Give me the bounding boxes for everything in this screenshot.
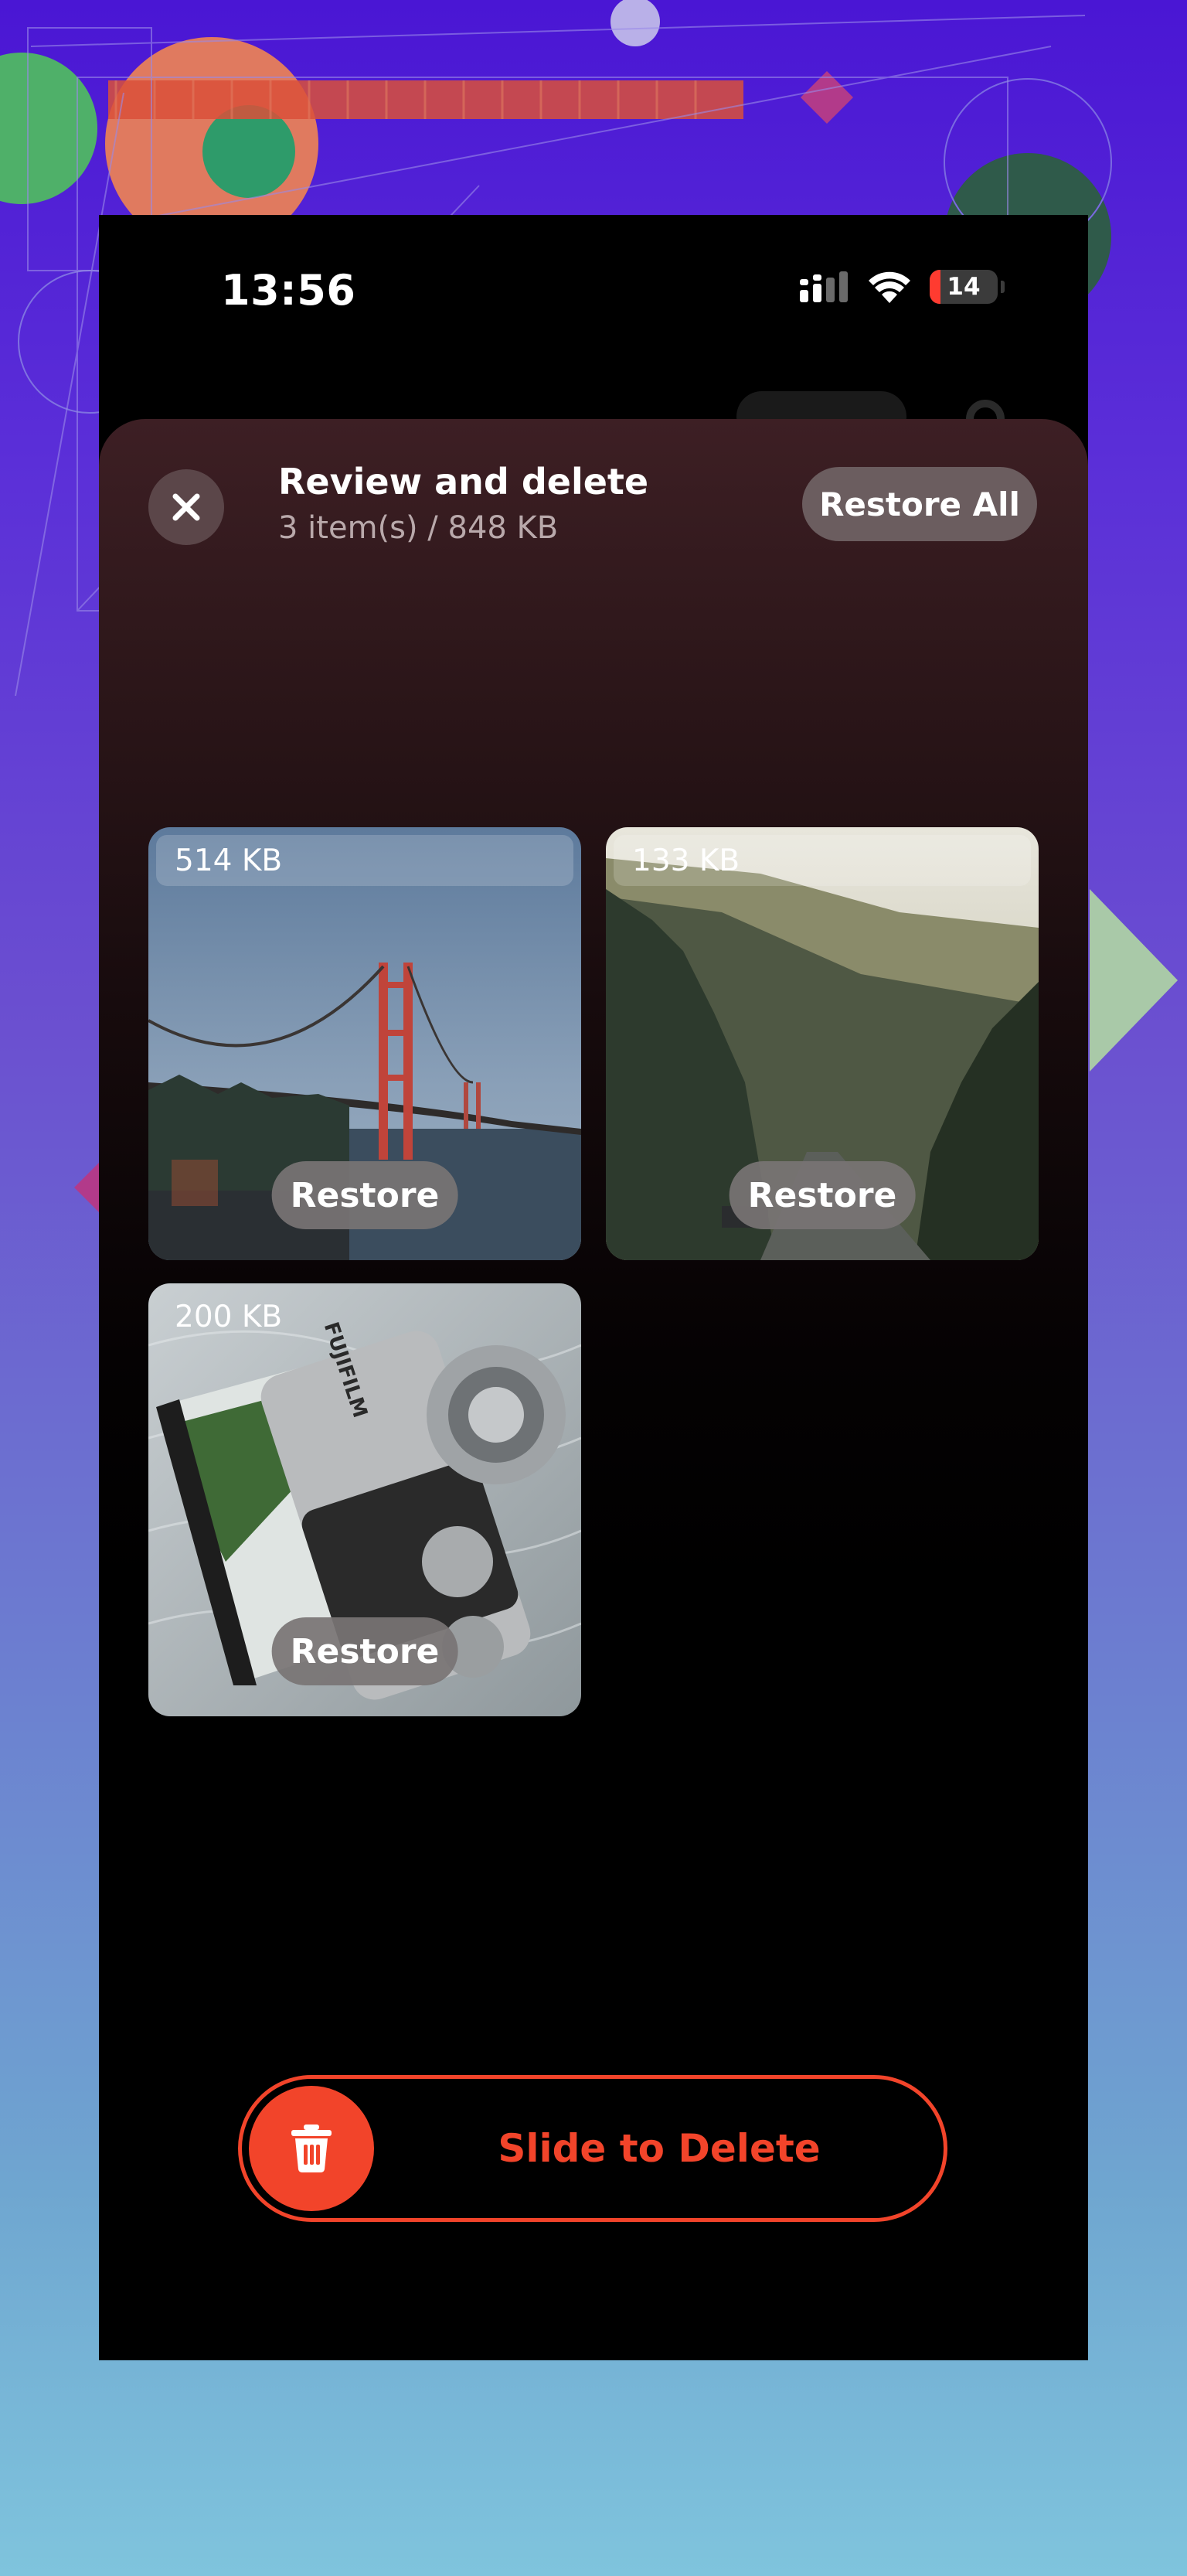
restore-all-button[interactable]: Restore All bbox=[802, 467, 1037, 541]
photo-tile[interactable]: 514 KB Restore bbox=[148, 827, 581, 1260]
review-sheet: Review and delete 3 item(s) / 848 KB Res… bbox=[99, 419, 1088, 2360]
wifi-icon bbox=[869, 271, 910, 303]
sheet-subtitle: 3 item(s) / 848 KB bbox=[278, 510, 559, 546]
restore-button[interactable]: Restore bbox=[271, 1617, 458, 1685]
battery-icon: 14 bbox=[930, 270, 998, 304]
trash-icon bbox=[291, 2125, 332, 2172]
restore-button[interactable]: Restore bbox=[271, 1161, 458, 1229]
slide-to-delete[interactable]: Slide to Delete bbox=[238, 2075, 947, 2222]
status-icons: 14 bbox=[800, 267, 1005, 306]
size-badge: 133 KB bbox=[614, 835, 1031, 886]
slider-label: Slide to Delete bbox=[498, 2126, 821, 2171]
battery-level: 14 bbox=[947, 273, 981, 301]
close-icon bbox=[172, 493, 200, 521]
restore-button[interactable]: Restore bbox=[729, 1161, 916, 1229]
battery-tip bbox=[1001, 281, 1005, 293]
close-button[interactable] bbox=[148, 469, 224, 545]
photo-tile[interactable]: 133 KB Restore bbox=[606, 827, 1039, 1260]
slider-knob[interactable] bbox=[249, 2086, 374, 2211]
size-badge: 514 KB bbox=[156, 835, 573, 886]
size-badge: 200 KB bbox=[175, 1299, 283, 1334]
sheet-title: Review and delete bbox=[278, 461, 649, 503]
status-time: 13:56 bbox=[221, 266, 356, 315]
cellular-signal-icon bbox=[800, 271, 848, 302]
photo-tile[interactable]: FUJIFILM 200 KB Restore bbox=[148, 1283, 581, 1716]
phone-screen: 13:56 14 Review and delete 3 item(s) / 8… bbox=[99, 215, 1088, 2360]
